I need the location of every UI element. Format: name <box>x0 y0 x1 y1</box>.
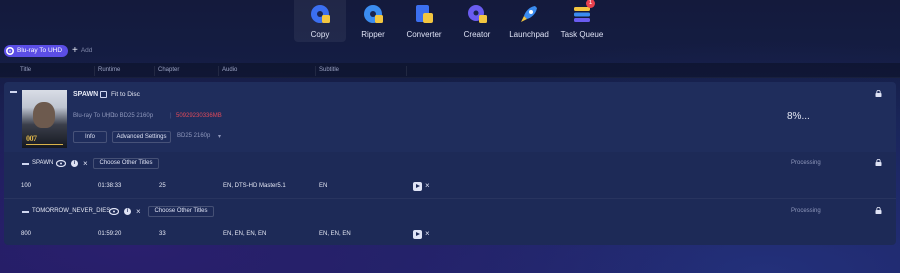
bluray-icon <box>6 47 14 55</box>
title-runtime: 01:59:20 <box>98 231 122 237</box>
title-subtitle[interactable]: EN <box>319 183 327 189</box>
poster-logo: 007 <box>26 134 37 143</box>
fit-to-disc-checkbox[interactable] <box>100 91 107 98</box>
col-audio: Audio <box>222 67 238 73</box>
col-subtitle: Subtitle <box>319 67 340 73</box>
title-audio[interactable]: EN, EN, EN, EN <box>223 231 266 237</box>
creator-icon <box>468 5 487 23</box>
nav-label-task-queue: Task Queue <box>560 30 604 39</box>
nav-label-ripper: Ripper <box>361 30 385 39</box>
title-subtitle[interactable]: EN, EN, EN <box>319 231 351 237</box>
rocket-icon <box>521 6 537 22</box>
top-nav: Copy Ripper Converter Creator Launchpad … <box>0 0 900 42</box>
add-button[interactable]: + Add <box>72 45 92 57</box>
collapse-title-icon[interactable] <box>22 163 29 165</box>
nav-creator[interactable]: Creator <box>451 0 503 42</box>
title-id: 100 <box>21 183 32 189</box>
info-icon[interactable]: i <box>71 160 78 167</box>
mode-label: Blu-ray To UHD <box>17 47 63 54</box>
nav-label-creator: Creator <box>463 30 491 39</box>
target-label: to BD25 2160p <box>113 113 154 119</box>
nav-launchpad[interactable]: Launchpad <box>503 0 555 42</box>
nav-label-launchpad: Launchpad <box>509 30 549 39</box>
task-queue-badge: 1 <box>586 0 595 8</box>
title-row: TOMORROW_NEVER_DIES i × Choose Other Tit… <box>4 202 896 246</box>
info-button[interactable]: Info <box>73 131 107 143</box>
chevron-down-icon[interactable]: ▾ <box>218 133 221 140</box>
progress-text: 8%... <box>787 111 810 122</box>
task-summary: 007 SPAWN Fit to Disc Blu-ray To UHD | t… <box>4 82 896 152</box>
task-card: 007 SPAWN Fit to Disc Blu-ray To UHD | t… <box>4 82 896 245</box>
collapse-task-icon[interactable] <box>10 91 17 93</box>
lock-icon[interactable] <box>875 159 882 166</box>
nav-ripper[interactable]: Ripper <box>347 0 399 42</box>
collapse-title-icon[interactable] <box>22 211 29 213</box>
bluray-disc-icon <box>56 160 66 167</box>
copy-disc-icon <box>311 5 330 23</box>
col-chapter: Chapter <box>158 67 180 73</box>
col-runtime: Runtime <box>98 67 121 73</box>
title-runtime: 01:38:33 <box>98 183 122 189</box>
remove-icon[interactable]: × <box>425 230 430 238</box>
add-label: Add <box>80 47 93 54</box>
plus-icon: + <box>72 45 78 56</box>
size-warning: 50929230336MB <box>176 113 222 119</box>
title-audio[interactable]: EN, DTS-HD Master5.1 <box>223 183 286 189</box>
mode-selector[interactable]: Blu-ray To UHD <box>4 45 69 57</box>
nav-label-copy: Copy <box>310 30 330 39</box>
play-icon[interactable] <box>413 230 422 239</box>
remove-title-icon[interactable]: × <box>136 208 141 216</box>
nav-label-converter: Converter <box>406 30 442 39</box>
choose-other-titles-button[interactable]: Choose Other Titles <box>93 158 159 169</box>
fit-to-disc-label: Fit to Disc <box>111 91 140 98</box>
title-name: SPAWN <box>32 160 54 166</box>
status-text: Processing <box>791 208 821 214</box>
nav-copy[interactable]: Copy <box>294 0 346 42</box>
remove-icon[interactable]: × <box>425 182 430 190</box>
status-text: Processing <box>791 160 821 166</box>
title-chapter: 25 <box>159 183 166 189</box>
task-title: SPAWN <box>73 91 99 98</box>
nav-converter[interactable]: Converter <box>398 0 450 42</box>
ripper-disc-icon <box>364 5 383 23</box>
bluray-disc-icon <box>109 208 119 215</box>
remove-title-icon[interactable]: × <box>83 160 88 168</box>
title-id: 800 <box>21 231 32 237</box>
output-format-select[interactable]: BD25 2160p <box>177 133 210 139</box>
info-icon[interactable]: i <box>124 208 131 215</box>
title-chapter: 33 <box>159 231 166 237</box>
column-header: Title Runtime Chapter Audio Subtitle <box>0 63 900 78</box>
choose-other-titles-button[interactable]: Choose Other Titles <box>148 206 214 217</box>
movie-poster: 007 <box>22 90 67 148</box>
converter-icon <box>416 5 433 23</box>
title-row: SPAWN i × Choose Other Titles Processing… <box>4 152 896 196</box>
col-title: Title <box>20 67 32 73</box>
lock-icon[interactable] <box>875 207 882 214</box>
nav-task-queue[interactable]: 1 Task Queue <box>555 0 609 42</box>
title-name: TOMORROW_NEVER_DIES <box>32 208 111 214</box>
lock-icon[interactable] <box>875 90 882 97</box>
advanced-settings-button[interactable]: Advanced Settings <box>112 131 171 143</box>
play-icon[interactable] <box>413 182 422 191</box>
